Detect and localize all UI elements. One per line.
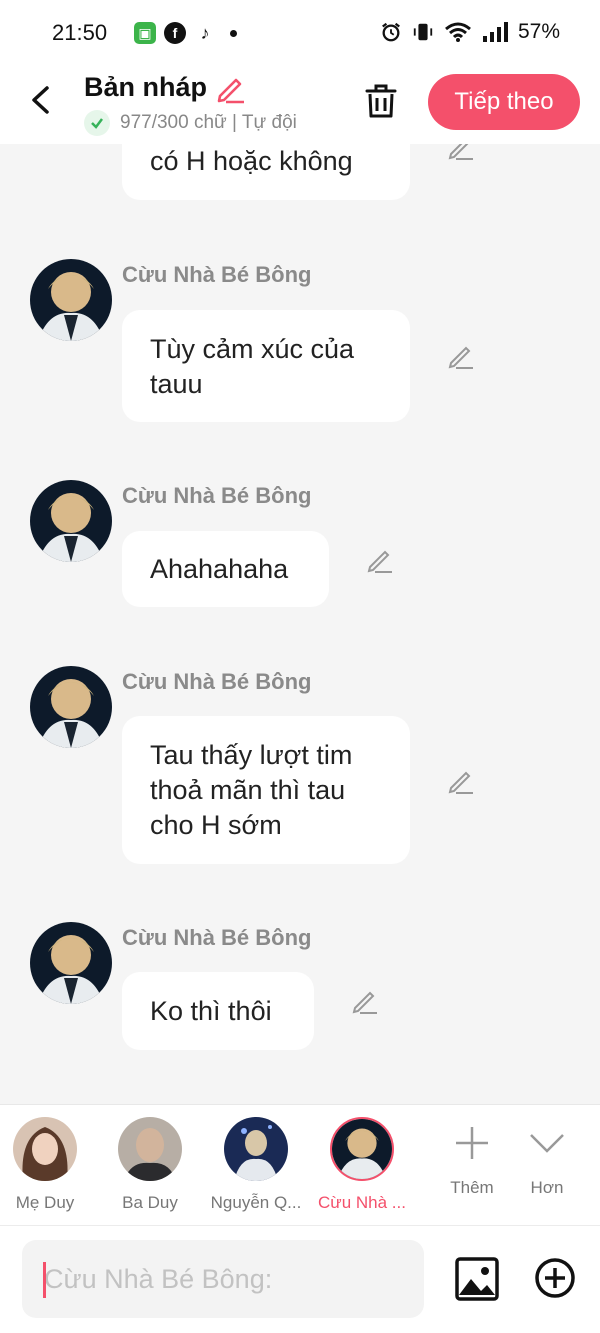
notification-icons: ▣ f ♪ [134, 22, 237, 44]
vibrate-icon [413, 23, 433, 41]
character-cuu-nha[interactable]: Cừu Nhà ... [312, 1117, 412, 1213]
edit-message-icon[interactable] [446, 144, 476, 162]
character-selector: Mẹ Duy Ba Duy Nguyễn Q... Cừu Nhà ... Th… [0, 1104, 600, 1226]
character-name: Cừu Nhà Bé Bông [122, 483, 312, 508]
tiktok-icon: ♪ [194, 22, 216, 44]
avatar[interactable] [30, 259, 112, 341]
avatar [13, 1117, 77, 1181]
character-name: Cừu Nhà Bé Bông [122, 262, 312, 287]
back-button[interactable] [22, 80, 62, 120]
character-name: Cừu Nhà ... [318, 1193, 406, 1212]
message-text: Tùy cảm xúc của tauu [150, 334, 355, 399]
avatar [330, 1117, 394, 1181]
message-bubble[interactable]: Tùy cảm xúc của tauu [122, 310, 410, 422]
add-icon[interactable] [534, 1257, 576, 1299]
signal-icon [482, 22, 508, 42]
chat-area[interactable]: có H hoặc không Cừu Nhà Bé Bông Tùy cảm … [0, 144, 600, 1104]
avatar[interactable] [30, 922, 112, 1004]
app-notification-icon: ▣ [134, 22, 156, 44]
message-text: Tau thấy lượt tim thoả mãn thì tau cho H… [150, 740, 353, 840]
text-caret [43, 1262, 46, 1298]
image-icon[interactable] [455, 1257, 499, 1301]
add-label: Thêm [450, 1178, 494, 1197]
edit-message-icon[interactable] [350, 986, 380, 1016]
edit-message-icon[interactable] [446, 766, 476, 796]
page-title: Bản nháp [84, 72, 208, 102]
editor-header: Bản nháp 977/300 chữ | Tự đội Tiếp theo [0, 66, 600, 144]
wifi-icon [445, 22, 471, 42]
more-notifications-dot [230, 29, 237, 37]
message-bubble[interactable]: Tau thấy lượt tim thoả mãn thì tau cho H… [122, 716, 410, 864]
input-bar [0, 1226, 600, 1333]
facebook-icon: f [164, 22, 186, 44]
message-input[interactable] [22, 1240, 424, 1318]
edit-title-icon[interactable] [214, 72, 246, 104]
character-ba-duy[interactable]: Ba Duy [100, 1117, 200, 1213]
character-nguyen[interactable]: Nguyễn Q... [206, 1117, 306, 1213]
delete-button[interactable] [362, 82, 400, 120]
status-right: 57% [380, 20, 560, 44]
more-button[interactable]: Hơn [512, 1123, 582, 1198]
more-label: Hơn [530, 1178, 564, 1197]
edit-message-icon[interactable] [446, 341, 476, 371]
status-time: 21:50 [52, 20, 108, 45]
add-character-button[interactable]: Thêm [437, 1123, 507, 1198]
chevron-down-icon [530, 1134, 564, 1153]
message-text: Ahahahaha [150, 554, 289, 584]
character-name: Mẹ Duy [15, 1193, 75, 1212]
edit-message-icon[interactable] [365, 545, 395, 575]
word-count: 977/300 chữ | Tự đội [120, 112, 297, 133]
character-me-duy[interactable]: Mẹ Duy [0, 1117, 95, 1213]
character-name: Nguyễn Q... [210, 1193, 302, 1212]
character-name: Cừu Nhà Bé Bông [122, 925, 312, 950]
avatar [224, 1117, 288, 1181]
check-icon [84, 110, 110, 136]
message-text: Ko thì thôi [150, 996, 272, 1026]
plus-icon [456, 1127, 488, 1159]
avatar[interactable] [30, 666, 112, 748]
status-bar: 21:50 ▣ f ♪ 57% [0, 0, 600, 66]
message-bubble[interactable]: có H hoặc không [122, 144, 410, 200]
avatar [118, 1117, 182, 1181]
message-text: có H hoặc không [150, 146, 353, 176]
battery-percent: 57% [517, 20, 560, 43]
message-bubble[interactable]: Ahahahaha [122, 531, 329, 607]
character-name: Cừu Nhà Bé Bông [122, 669, 312, 694]
next-button[interactable]: Tiếp theo [428, 74, 580, 130]
alarm-icon [382, 22, 400, 42]
message-bubble[interactable]: Ko thì thôi [122, 972, 314, 1050]
avatar[interactable] [30, 480, 112, 562]
character-name: Ba Duy [122, 1193, 178, 1212]
